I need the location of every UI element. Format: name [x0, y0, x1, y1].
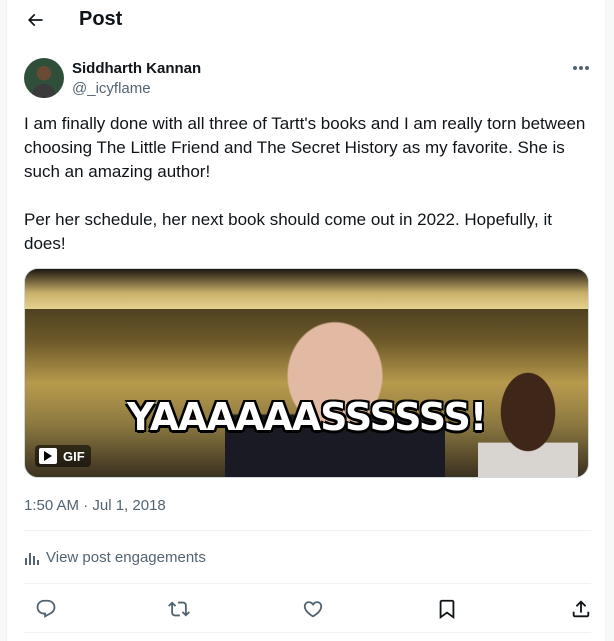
post-panel: Post Siddharth Kannan @_icyflame I am fi…: [6, 0, 606, 641]
avatar[interactable]: [24, 58, 64, 98]
page-title: Post: [79, 8, 123, 30]
bookmark-button[interactable]: [434, 596, 460, 622]
view-engagements-link[interactable]: View post engagements: [24, 549, 206, 566]
reply-icon: [35, 598, 57, 620]
gif-caption: YAAAAAASSSSSS!: [126, 395, 487, 439]
divider: [24, 583, 591, 584]
action-bar: [24, 594, 591, 624]
reply-button[interactable]: [33, 596, 59, 622]
view-engagements-label: View post engagements: [46, 549, 206, 566]
divider: [24, 530, 591, 531]
more-dots-icon: [572, 65, 590, 71]
gif-person-image: [225, 309, 445, 477]
share-icon: [570, 598, 592, 620]
arrow-left-icon: [25, 10, 45, 30]
share-button[interactable]: [568, 596, 594, 622]
tweet-text: I am finally done with all three of Tart…: [24, 112, 589, 256]
analytics-icon: [24, 550, 40, 566]
author-handle[interactable]: @_icyflame: [72, 80, 151, 97]
gif-media[interactable]: YAAAAAASSSSSS! GIF: [24, 268, 589, 478]
bookmark-icon: [436, 598, 458, 620]
repost-icon: [168, 598, 190, 620]
more-options-button[interactable]: [569, 58, 593, 78]
play-icon: [39, 448, 57, 464]
divider: [24, 632, 591, 633]
gif-badge[interactable]: GIF: [35, 445, 91, 467]
tweet-paragraph: I am finally done with all three of Tart…: [24, 114, 586, 181]
repost-button[interactable]: [166, 596, 192, 622]
gif-badge-label: GIF: [63, 448, 85, 464]
author-display-name[interactable]: Siddharth Kannan: [72, 60, 201, 77]
tweet-paragraph: Per her schedule, her next book should c…: [24, 210, 552, 253]
back-button[interactable]: [21, 6, 49, 34]
like-button[interactable]: [300, 596, 326, 622]
post-timestamp[interactable]: 1:50 AM · Jul 1, 2018: [24, 497, 166, 514]
like-icon: [302, 598, 324, 620]
post-header: Post: [7, 0, 605, 40]
